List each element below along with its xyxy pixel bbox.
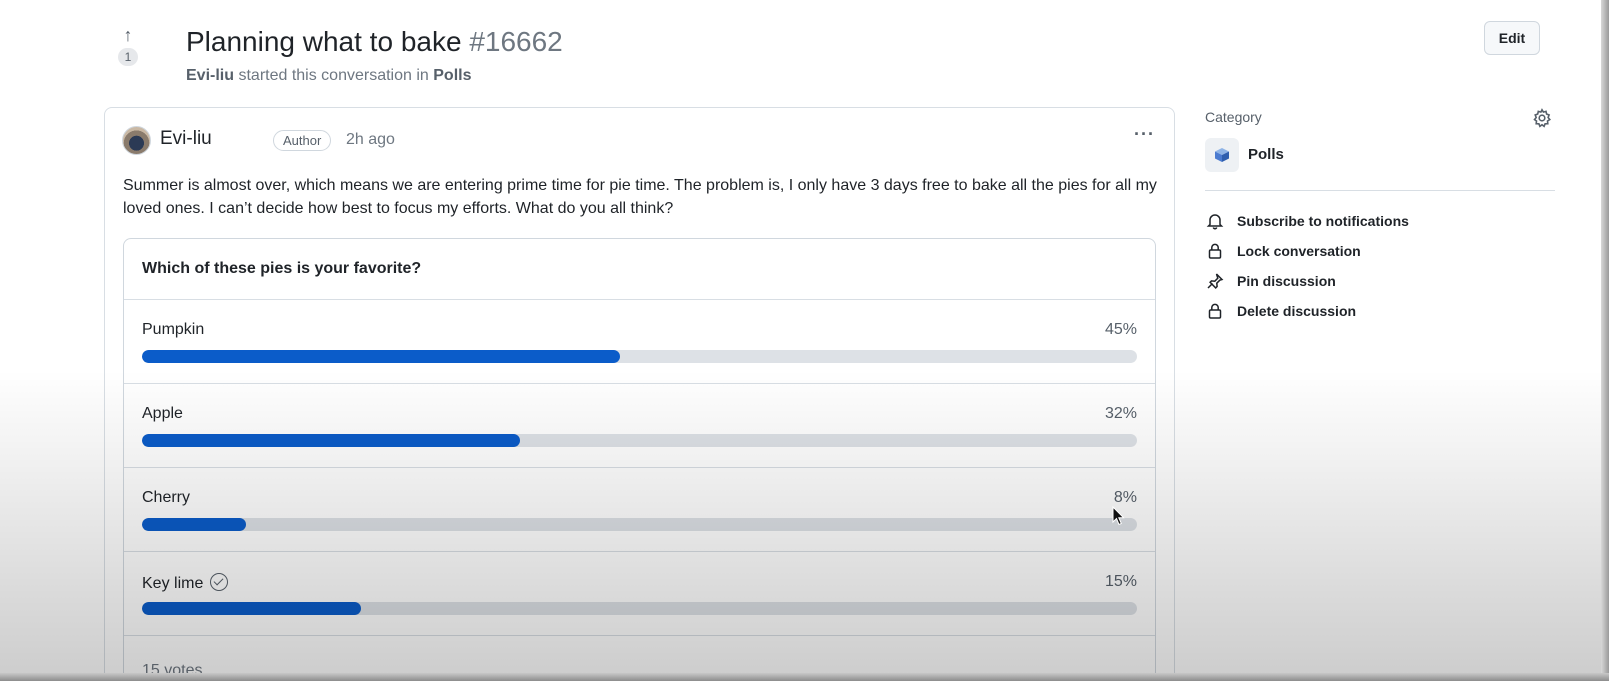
- poll-option-label: Pumpkin: [142, 321, 205, 338]
- poll-option-label: Apple: [142, 405, 183, 422]
- post-time[interactable]: 2h ago: [346, 131, 395, 149]
- lock-icon: [1205, 241, 1225, 261]
- frame-edge-bottom: [0, 673, 1609, 681]
- poll-option: Pumpkin 45%: [124, 300, 1155, 384]
- lock-conversation-label: Lock conversation: [1237, 243, 1361, 259]
- delete-discussion-button[interactable]: Delete discussion: [1205, 300, 1356, 322]
- discussion-subtitle: Evi-liu started this conversation in Pol…: [186, 67, 471, 85]
- poll-option: Apple 32%: [124, 384, 1155, 468]
- discussion-title: Planning what to bake: [186, 26, 462, 57]
- discussion-number: #16662: [469, 26, 563, 57]
- category-name[interactable]: Polls: [1248, 146, 1284, 163]
- sidebar-divider: [1205, 190, 1555, 191]
- starter-link[interactable]: Evi-liu: [186, 67, 234, 84]
- category-link[interactable]: Polls: [433, 67, 471, 84]
- bell-icon: [1205, 211, 1225, 231]
- poll-bar-track: [142, 518, 1137, 531]
- subscribe-button[interactable]: Subscribe to notifications: [1205, 210, 1409, 232]
- frame-edge-right: [1601, 0, 1609, 681]
- poll-bar-fill: [142, 602, 361, 615]
- more-options-icon[interactable]: ···: [1134, 125, 1155, 143]
- poll-bar-track: [142, 350, 1137, 363]
- author-badge: Author: [273, 130, 332, 151]
- poll-bar-fill: [142, 518, 247, 531]
- poll-option-percent: 15%: [1104, 573, 1137, 590]
- poll-bar-track: [142, 602, 1137, 615]
- poll-bar-track: [142, 434, 1137, 447]
- discussion-page: ↑ 1 Planning what to bake #16662 Evi-liu…: [0, 0, 1609, 681]
- mouse-cursor-icon: [1112, 505, 1126, 531]
- poll-option: Cherry 8%: [124, 468, 1155, 552]
- lock-icon: [1205, 301, 1225, 321]
- poll-bar-fill: [142, 434, 521, 447]
- upvote-count: 1: [118, 48, 138, 66]
- poll-option-percent: 45%: [1104, 321, 1137, 338]
- subscribe-label: Subscribe to notifications: [1237, 213, 1409, 229]
- poll-question: Which of these pies is your favorite?: [124, 239, 1155, 300]
- category-emoji-icon: [1205, 138, 1239, 172]
- category-heading: Category: [1205, 109, 1262, 125]
- edit-button[interactable]: Edit: [1484, 21, 1540, 55]
- pin-discussion-button[interactable]: Pin discussion: [1205, 270, 1336, 292]
- poll-option-percent: 8%: [1113, 489, 1137, 506]
- poll-option: Key lime 15%: [124, 552, 1155, 636]
- poll: Which of these pies is your favorite? Pu…: [123, 238, 1156, 681]
- poll-option-label: Key lime: [142, 575, 204, 592]
- poll-option-percent: 32%: [1104, 405, 1137, 422]
- check-circle-icon: [210, 573, 229, 591]
- poll-option-label-wrap: Key lime: [142, 573, 229, 593]
- avatar[interactable]: [122, 126, 151, 155]
- post-body: Summer is almost over, which means we ar…: [123, 177, 1157, 217]
- arrow-up-icon[interactable]: ↑: [116, 26, 140, 44]
- poll-bar-fill: [142, 350, 620, 363]
- gear-icon[interactable]: [1532, 108, 1552, 133]
- upvote-control[interactable]: ↑ 1: [116, 26, 140, 66]
- pin-discussion-label: Pin discussion: [1237, 273, 1336, 289]
- page-title: Planning what to bake #16662: [186, 26, 563, 58]
- author-name[interactable]: Evi-liu: [160, 128, 212, 150]
- started-text: started this conversation in: [238, 67, 429, 84]
- delete-discussion-label: Delete discussion: [1237, 303, 1357, 319]
- lock-conversation-button[interactable]: Lock conversation: [1205, 240, 1361, 262]
- pin-icon: [1205, 271, 1225, 291]
- poll-option-label: Cherry: [142, 489, 191, 506]
